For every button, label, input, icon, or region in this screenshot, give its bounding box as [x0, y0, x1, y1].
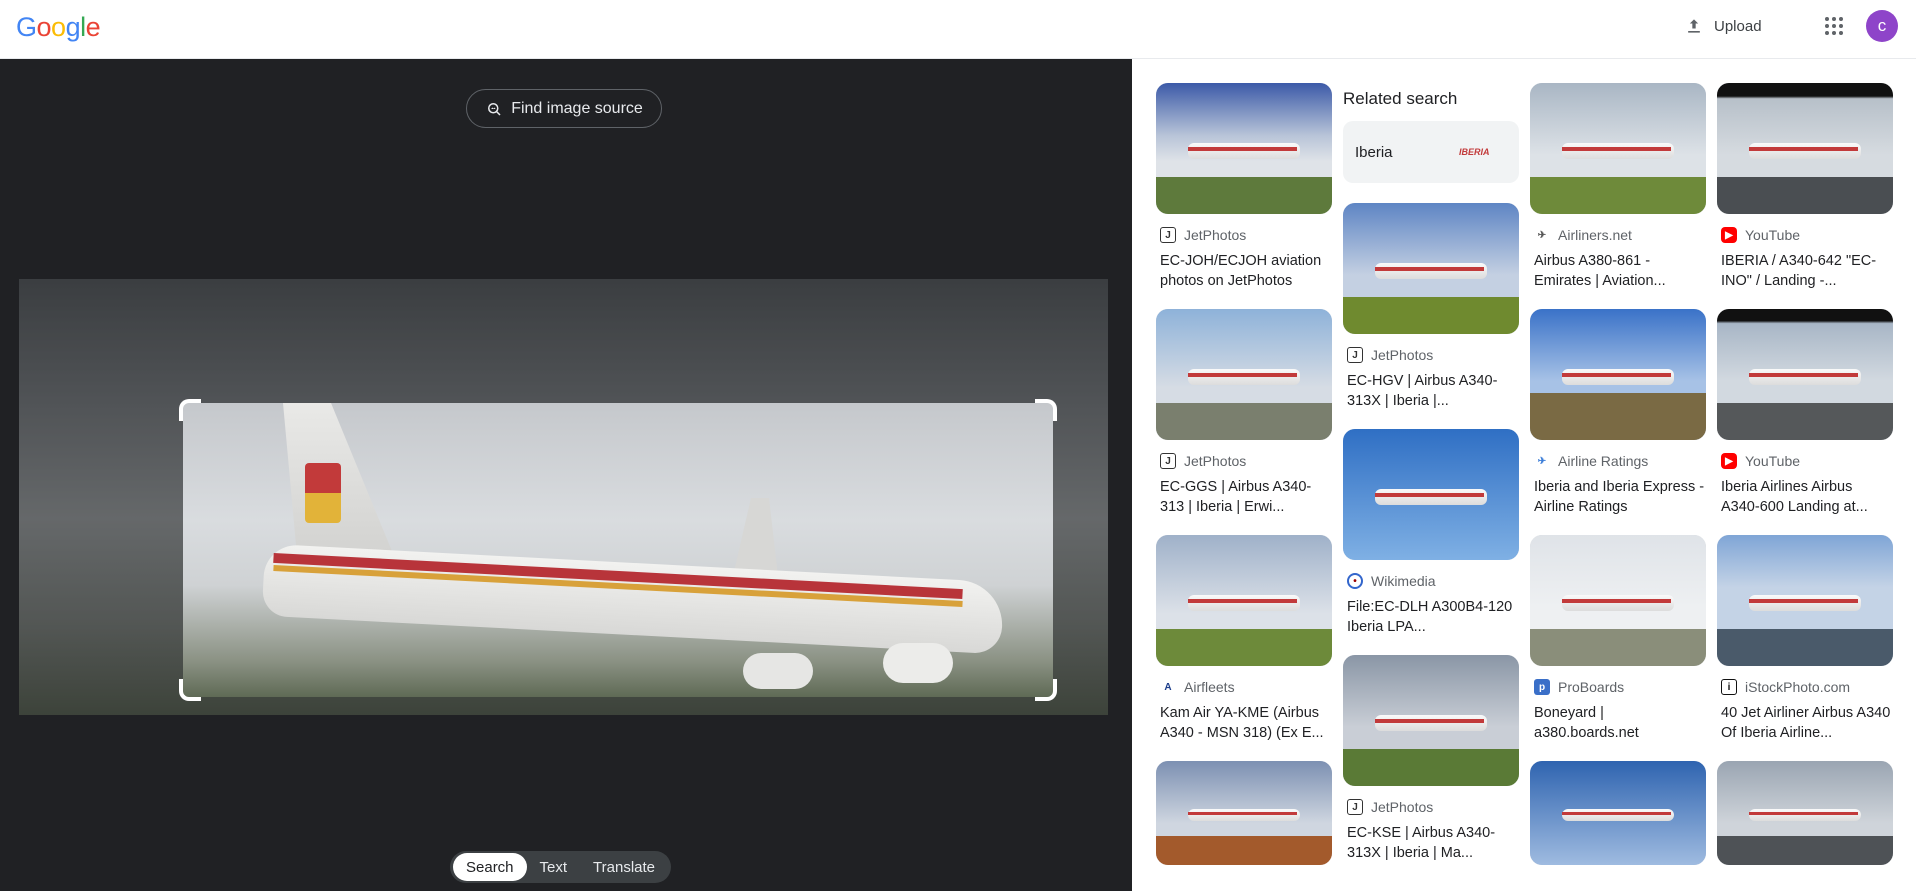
mode-switcher: Search Text Translate [450, 851, 672, 883]
result-title[interactable]: Iberia Airlines Airbus A340-600 Landing … [1721, 477, 1893, 517]
result-title[interactable]: Iberia and Iberia Express - Airline Rati… [1534, 477, 1706, 517]
youtube-icon: ▶ [1721, 227, 1737, 243]
result-title[interactable]: File:EC-DLH A300B4-120 Iberia LPA... [1347, 597, 1519, 637]
result-source: p ProBoards [1534, 679, 1706, 695]
result-thumbnail[interactable] [1530, 535, 1706, 666]
related-search-chip-iberia[interactable]: Iberia IBERIA [1343, 121, 1519, 183]
youtube-icon: ▶ [1721, 453, 1737, 469]
result-source: i iStockPhoto.com [1721, 679, 1893, 695]
istock-icon: i [1721, 679, 1737, 695]
crop-handle-bottom-right[interactable] [1035, 679, 1057, 701]
result-thumbnail[interactable] [1343, 429, 1519, 560]
mode-text[interactable]: Text [527, 853, 581, 881]
mode-translate[interactable]: Translate [580, 853, 668, 881]
result-card[interactable]: ▶ YouTube Iberia Airlines Airbus A340-60… [1717, 309, 1893, 517]
results-column-4: ▶ YouTube IBERIA / A340-642 "EC-INO" / L… [1717, 83, 1893, 883]
airline-ratings-icon: ✈ [1537, 455, 1547, 467]
result-thumbnail[interactable] [1343, 655, 1519, 786]
result-card[interactable]: J JetPhotos EC-GGS | Airbus A340-313 | I… [1156, 309, 1332, 517]
result-title[interactable]: Kam Air YA-KME (Airbus A340 - MSN 318) (… [1160, 703, 1332, 743]
iberia-logo: IBERIA [1459, 147, 1490, 157]
account-avatar[interactable]: c [1866, 10, 1898, 42]
result-source: J JetPhotos [1347, 347, 1519, 363]
jetphotos-icon: J [1160, 453, 1176, 469]
result-source: J JetPhotos [1160, 227, 1332, 243]
result-source: ▶ YouTube [1721, 227, 1893, 243]
find-image-source-button[interactable]: Find image source [466, 89, 662, 128]
visual-matches-panel: J JetPhotos EC-JOH/ECJOH aviation photos… [1132, 59, 1916, 891]
result-card[interactable]: ✈ Airliners.net Airbus A380-861 - Emirat… [1530, 83, 1706, 291]
upload-icon [1688, 19, 1700, 33]
result-source: ✈ Airline Ratings [1534, 453, 1706, 469]
apps-grid-icon[interactable] [1822, 14, 1846, 38]
crop-handle-top-right[interactable] [1035, 399, 1057, 421]
uploaded-image [19, 279, 1108, 715]
result-source: ▶ YouTube [1721, 453, 1893, 469]
result-source: ✈ Airliners.net [1534, 227, 1706, 243]
upload-label: Upload [1714, 17, 1762, 35]
airfleets-icon: A [1164, 681, 1172, 693]
results-column-1: J JetPhotos EC-JOH/ECJOH aviation photos… [1156, 83, 1332, 883]
mode-search[interactable]: Search [453, 853, 527, 881]
crop-handle-top-left[interactable] [179, 399, 201, 421]
top-bar: Google Upload c [0, 0, 1916, 59]
result-thumbnail[interactable] [1717, 83, 1893, 214]
result-thumbnail[interactable] [1156, 535, 1332, 666]
jetphotos-icon: J [1160, 227, 1176, 243]
result-card[interactable]: J JetPhotos EC-KSE | Airbus A340-313X | … [1343, 655, 1519, 863]
result-thumbnail[interactable] [1717, 309, 1893, 440]
result-thumbnail[interactable] [1717, 761, 1893, 865]
result-card[interactable]: i iStockPhoto.com 40 Jet Airliner Airbus… [1717, 535, 1893, 743]
jetphotos-icon: J [1347, 347, 1363, 363]
jetphotos-icon: J [1347, 799, 1363, 815]
result-source: J JetPhotos [1347, 799, 1519, 815]
wikimedia-icon: • [1347, 573, 1363, 589]
result-card[interactable] [1530, 761, 1706, 865]
result-title[interactable]: 40 Jet Airliner Airbus A340 Of Iberia Ai… [1721, 703, 1893, 743]
google-logo[interactable]: Google [16, 12, 101, 43]
result-thumbnail[interactable] [1530, 761, 1706, 865]
upload-button[interactable]: Upload [1684, 10, 1762, 42]
result-thumbnail[interactable] [1156, 83, 1332, 214]
result-card[interactable]: ▶ YouTube IBERIA / A340-642 "EC-INO" / L… [1717, 83, 1893, 291]
crop-selection[interactable] [183, 403, 1053, 697]
proboards-icon: p [1534, 679, 1550, 695]
result-card[interactable]: p ProBoards Boneyard | a380.boards.net [1530, 535, 1706, 743]
result-thumbnail[interactable] [1156, 309, 1332, 440]
result-thumbnail[interactable] [1156, 761, 1332, 865]
result-title[interactable]: EC-GGS | Airbus A340-313 | Iberia | Erwi… [1160, 477, 1332, 517]
related-search-heading: Related search [1343, 89, 1458, 108]
result-card[interactable] [1717, 761, 1893, 865]
results-column-2: Related search Iberia IBERIA J JetPhotos… [1343, 83, 1519, 881]
result-title[interactable]: IBERIA / A340-642 "EC-INO" / Landing -..… [1721, 251, 1893, 291]
related-chip-label: Iberia [1355, 143, 1393, 161]
result-title[interactable]: EC-HGV | Airbus A340-313X | Iberia |... [1347, 371, 1519, 411]
result-title[interactable]: EC-KSE | Airbus A340-313X | Iberia | Ma.… [1347, 823, 1519, 863]
result-thumbnail[interactable] [1530, 309, 1706, 440]
result-source: • Wikimedia [1347, 573, 1519, 589]
result-thumbnail[interactable] [1530, 83, 1706, 214]
result-card[interactable]: J JetPhotos EC-JOH/ECJOH aviation photos… [1156, 83, 1332, 291]
results-column-3: ✈ Airliners.net Airbus A380-861 - Emirat… [1530, 83, 1706, 883]
result-card[interactable] [1156, 761, 1332, 865]
airliners-icon: ✈ [1537, 229, 1547, 241]
result-card[interactable]: • Wikimedia File:EC-DLH A300B4-120 Iberi… [1343, 429, 1519, 637]
result-thumbnail[interactable] [1343, 203, 1519, 334]
find-image-source-label: Find image source [511, 99, 643, 117]
result-title[interactable]: EC-JOH/ECJOH aviation photos on JetPhoto… [1160, 251, 1332, 291]
result-card[interactable]: A Airfleets Kam Air YA-KME (Airbus A340 … [1156, 535, 1332, 743]
image-viewer: Find image source Search Text Translate [0, 59, 1132, 891]
result-source: A Airfleets [1160, 679, 1332, 695]
result-thumbnail[interactable] [1717, 535, 1893, 666]
crop-handle-bottom-left[interactable] [179, 679, 201, 701]
result-card[interactable]: J JetPhotos EC-HGV | Airbus A340-313X | … [1343, 203, 1519, 411]
result-title[interactable]: Boneyard | a380.boards.net [1534, 703, 1706, 743]
result-source: J JetPhotos [1160, 453, 1332, 469]
result-card[interactable]: ✈ Airline Ratings Iberia and Iberia Expr… [1530, 309, 1706, 517]
image-search-icon [488, 102, 501, 116]
result-title[interactable]: Airbus A380-861 - Emirates | Aviation... [1534, 251, 1706, 291]
